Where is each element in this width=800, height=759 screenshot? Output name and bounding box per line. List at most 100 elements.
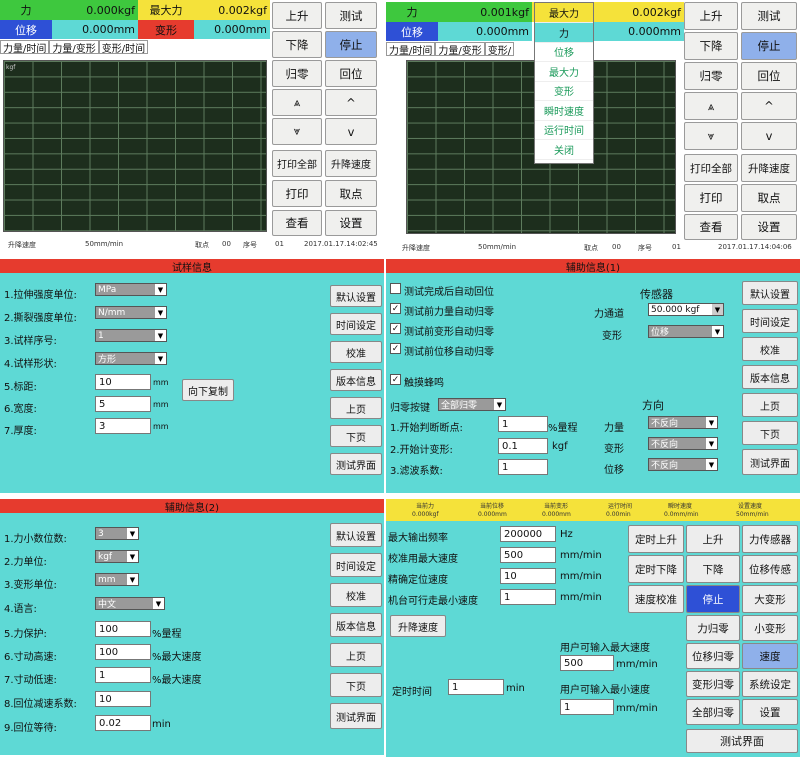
select-force-decimals[interactable]: 3 ▼ [95, 527, 139, 540]
menu-item-instant-speed[interactable]: 瞬时速度 [535, 101, 593, 121]
button-view[interactable]: 查看 [272, 210, 322, 236]
test-screen-button[interactable]: 测试界面 [686, 729, 798, 753]
checkbox-auto-return[interactable] [390, 283, 401, 294]
tab-force-time[interactable]: 力量/时间 [386, 42, 436, 57]
button-lift-speed[interactable]: 升降速度 [741, 154, 797, 182]
tab-force-deformation[interactable]: 力量/变形 [435, 42, 485, 57]
prev-page-button[interactable]: 上页 [742, 393, 798, 417]
button-down[interactable]: 下降 [272, 31, 322, 58]
input-max-frequency[interactable]: 200000 [500, 526, 556, 542]
menu-item-force[interactable]: 力 [535, 23, 593, 43]
fast-down-icon[interactable]: ⩔ [684, 122, 738, 150]
system-settings-button[interactable]: 系统设定 [742, 671, 798, 697]
button-settings[interactable]: 设置 [741, 214, 797, 240]
button-print-all[interactable]: 打印全部 [272, 150, 322, 177]
button-lift-speed[interactable]: 升降速度 [325, 150, 377, 177]
input-user-min[interactable]: 1 [560, 699, 614, 715]
displacement-sensor-button[interactable]: 位移传感 [742, 555, 798, 583]
input-param-deform[interactable]: 0.1 [498, 438, 548, 454]
checkbox-buzzer[interactable]: ✓ [390, 374, 401, 385]
down-button[interactable]: 下降 [686, 555, 740, 583]
menu-item-deformation[interactable]: 变形 [535, 82, 593, 101]
select-zero-key[interactable]: 全部归零 ▼ [438, 398, 506, 411]
input-param-filter[interactable]: 1 [498, 459, 548, 475]
default-settings-button[interactable]: 默认设置 [742, 281, 798, 305]
calibrate-button[interactable]: 校准 [742, 337, 798, 361]
tab-force-time[interactable]: 力量/时间 [0, 40, 50, 55]
menu-item-close[interactable]: 关闭 [535, 140, 593, 160]
calibrate-button[interactable]: 校准 [330, 583, 382, 607]
copy-down-button[interactable]: 向下复制 [182, 379, 234, 401]
select-force-channel[interactable]: 50.000 kgf ▼ [648, 303, 724, 316]
button-up[interactable]: 上升 [272, 2, 322, 29]
select-tear-unit[interactable]: N/mm ▼ [95, 306, 167, 319]
test-screen-button[interactable]: 测试界面 [330, 703, 382, 729]
input-jog-high[interactable]: 100 [95, 644, 151, 660]
input-param-break[interactable]: 1 [498, 416, 548, 432]
prev-page-button[interactable]: 上页 [330, 643, 382, 667]
button-zero[interactable]: 归零 [684, 62, 738, 90]
calibrate-button[interactable]: 校准 [330, 341, 382, 363]
force-zero-button[interactable]: 力归零 [686, 615, 740, 641]
up-button[interactable]: 上升 [686, 525, 740, 553]
version-info-button[interactable]: 版本信息 [330, 613, 382, 637]
timed-down-button[interactable]: 定时下降 [628, 555, 684, 583]
select-deform-source[interactable]: 位移 ▼ [648, 325, 724, 338]
time-setting-button[interactable]: 时间设定 [742, 309, 798, 333]
button-up[interactable]: 上升 [684, 2, 738, 30]
next-page-button[interactable]: 下页 [742, 421, 798, 445]
all-zero-button[interactable]: 全部归零 [686, 699, 740, 725]
fast-up-icon[interactable]: ⩓ [272, 89, 322, 116]
input-thickness[interactable]: 3 [95, 418, 151, 434]
button-down[interactable]: 下降 [684, 32, 738, 60]
default-settings-button[interactable]: 默认设置 [330, 523, 382, 547]
checkbox-deform-zero[interactable]: ✓ [390, 323, 401, 334]
displacement-zero-button[interactable]: 位移归零 [686, 643, 740, 669]
timed-up-button[interactable]: 定时上升 [628, 525, 684, 553]
button-print[interactable]: 打印 [272, 180, 322, 207]
fast-down-icon[interactable]: ⩔ [272, 118, 322, 145]
deformation-zero-button[interactable]: 变形归零 [686, 671, 740, 697]
button-print[interactable]: 打印 [684, 184, 738, 212]
input-timer[interactable]: 1 [448, 679, 504, 695]
select-force-unit[interactable]: kgf ▼ [95, 550, 139, 563]
lift-speed-button[interactable]: 升降速度 [390, 615, 446, 637]
checkbox-force-zero[interactable]: ✓ [390, 303, 401, 314]
button-zero[interactable]: 归零 [272, 60, 322, 87]
input-width[interactable]: 5 [95, 396, 151, 412]
button-return[interactable]: 回位 [741, 62, 797, 90]
button-test[interactable]: 测试 [325, 2, 377, 29]
select-dir-deform[interactable]: 不反向 ▼ [648, 437, 718, 450]
next-page-button[interactable]: 下页 [330, 673, 382, 697]
settings-button[interactable]: 设置 [742, 699, 798, 725]
slow-down-icon[interactable]: v [325, 118, 377, 145]
input-min-speed[interactable]: 1 [500, 589, 556, 605]
speed-calibration-button[interactable]: 速度校准 [628, 585, 684, 613]
button-pick-point[interactable]: 取点 [741, 184, 797, 212]
tab-deformation-time[interactable]: 变形/时间 [98, 40, 149, 55]
button-view[interactable]: 查看 [684, 214, 738, 240]
large-deformation-button[interactable]: 大变形 [742, 585, 798, 613]
input-jog-low[interactable]: 1 [95, 667, 151, 683]
input-user-max[interactable]: 500 [560, 655, 614, 671]
select-sample-number[interactable]: 1 ▼ [95, 329, 167, 342]
select-tensile-unit[interactable]: MPa ▼ [95, 283, 167, 296]
test-screen-button[interactable]: 测试界面 [742, 449, 798, 475]
button-print-all[interactable]: 打印全部 [684, 154, 738, 182]
select-deform-unit[interactable]: mm ▼ [95, 573, 139, 586]
input-calibration-speed[interactable]: 500 [500, 547, 556, 563]
input-return-wait[interactable]: 0.02 [95, 715, 151, 731]
version-info-button[interactable]: 版本信息 [330, 369, 382, 391]
slow-up-icon[interactable]: ^ [325, 89, 377, 116]
tab-force-deformation[interactable]: 力量/变形 [49, 40, 99, 55]
select-sample-shape[interactable]: 方形 ▼ [95, 352, 167, 365]
button-test[interactable]: 测试 [741, 2, 797, 30]
menu-item-max-force[interactable]: 最大力 [535, 62, 593, 82]
time-setting-button[interactable]: 时间设定 [330, 313, 382, 335]
input-return-decel[interactable]: 10 [95, 691, 151, 707]
force-sensor-button[interactable]: 力传感器 [742, 525, 798, 553]
test-screen-button[interactable]: 测试界面 [330, 453, 382, 475]
input-force-protect[interactable]: 100 [95, 621, 151, 637]
button-return[interactable]: 回位 [325, 60, 377, 87]
speed-button[interactable]: 速度 [742, 643, 798, 669]
